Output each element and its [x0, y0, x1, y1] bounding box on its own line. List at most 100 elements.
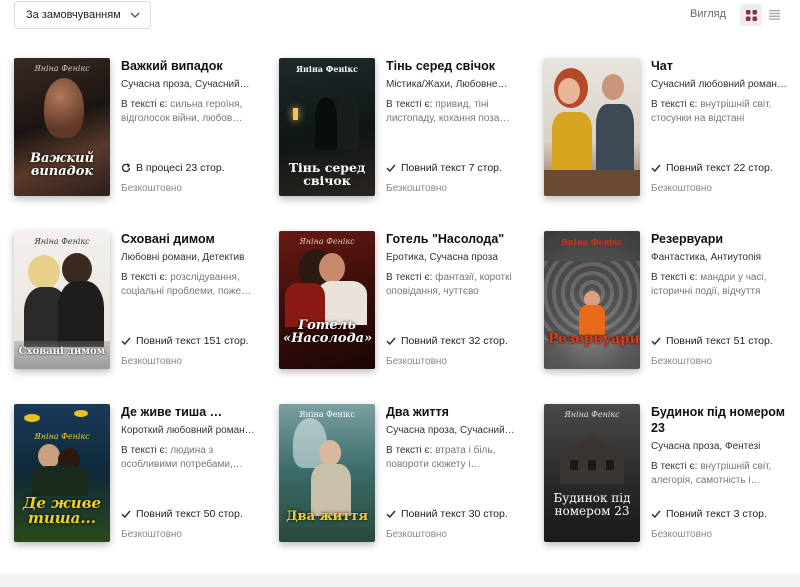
- tags-prefix: В тексті є:: [121, 445, 168, 456]
- list-view-button[interactable]: [763, 4, 785, 26]
- tags-prefix: В тексті є:: [121, 272, 168, 283]
- refresh-icon: [121, 163, 131, 173]
- cover-author: Яніна Фенікс: [34, 432, 90, 441]
- book-cover: Яніна Фенікс Сховані димом: [14, 231, 110, 369]
- book-price: Безкоштовно: [121, 529, 182, 540]
- tags-prefix: В тексті є:: [386, 99, 433, 110]
- book-genre: Короткий любовний роман…: [121, 425, 255, 436]
- cover-author: Яніна Фенікс: [564, 410, 620, 419]
- book-status: Повний текст 151 стор.: [121, 335, 249, 347]
- grid-view-button[interactable]: [740, 4, 762, 26]
- cover-author: Яніна Фенікс: [299, 237, 355, 246]
- cover-author: Яніна Фенікс: [34, 237, 90, 246]
- book-card[interactable]: Чат Сучасний любовний роман… В тексті є:…: [544, 58, 800, 208]
- book-title[interactable]: Сховані димом: [121, 231, 271, 247]
- book-cover: Яніна Фенікс Важкий випадок: [14, 58, 110, 196]
- cover-title: Готель «Насолода»: [283, 318, 373, 346]
- book-tags: В тексті є: втрата і біль, повороти сюже…: [386, 444, 536, 472]
- book-card[interactable]: Яніна Фенікс Резервуари Резервуари Фанта…: [544, 231, 800, 381]
- tags-prefix: В тексті є:: [651, 99, 698, 110]
- book-status: Повний текст 7 стор.: [386, 162, 502, 174]
- book-tags: В тексті є: внутрішній світ, стосунки на…: [651, 98, 800, 126]
- check-icon: [121, 337, 131, 346]
- tags-prefix: В тексті є:: [121, 99, 168, 110]
- cover-title: Сховані димом: [18, 346, 106, 357]
- book-title[interactable]: Важкий випадок: [121, 58, 271, 74]
- status-text: В процесі 23 стор.: [136, 162, 225, 174]
- book-cover: Яніна Фенікс Де живе тиша...: [14, 404, 110, 542]
- book-status: Повний текст 50 стор.: [121, 508, 243, 520]
- tags-prefix: В тексті є:: [386, 272, 433, 283]
- cover-author: Яніна Фенікс: [296, 64, 358, 74]
- check-icon: [386, 337, 396, 346]
- sort-label: За замовчуванням: [26, 9, 121, 21]
- book-cover: Яніна Фенікс Будинок під номером 23: [544, 404, 640, 542]
- list-icon: [768, 10, 780, 20]
- book-genre: Містика/Жахи, Любовне…: [386, 79, 508, 90]
- view-label: Вигляд: [690, 8, 727, 20]
- check-icon: [386, 510, 396, 519]
- status-text: Повний текст 3 стор.: [666, 508, 767, 520]
- book-price: Безкоштовно: [651, 529, 712, 540]
- book-tags: В тексті є: внутрішній світ, алегорія, с…: [651, 460, 800, 488]
- book-genre: Любовні романи, Детектив: [121, 252, 245, 263]
- check-icon: [651, 337, 661, 346]
- book-price: Безкоштовно: [386, 356, 447, 367]
- book-price: Безкоштовно: [386, 183, 447, 194]
- book-tags: В тексті є: мандри у часі, історичні под…: [651, 271, 800, 299]
- book-card[interactable]: Яніна Фенікс Тінь серед свічок Тінь сере…: [279, 58, 539, 208]
- tags-prefix: В тексті є:: [386, 445, 433, 456]
- book-genre: Фантастика, Антиутопія: [651, 252, 762, 263]
- status-text: Повний текст 22 стор.: [666, 162, 773, 174]
- book-genre: Сучасна проза, Сучасний…: [386, 425, 515, 436]
- book-title[interactable]: Будинок під номером 23: [651, 404, 800, 436]
- book-status: Повний текст 22 стор.: [651, 162, 773, 174]
- book-title[interactable]: Де живе тиша …: [121, 404, 271, 420]
- book-status: Повний текст 30 стор.: [386, 508, 508, 520]
- book-status: Повний текст 3 стор.: [651, 508, 767, 520]
- check-icon: [651, 510, 661, 519]
- book-title[interactable]: Чат: [651, 58, 800, 74]
- book-card[interactable]: Яніна Фенікс Сховані димом Сховані димом…: [14, 231, 274, 381]
- book-status: Повний текст 51 стор.: [651, 335, 773, 347]
- cover-author: Яніна Фенікс: [34, 64, 90, 73]
- cover-title: Де живе тиша...: [23, 494, 101, 527]
- book-card[interactable]: Яніна Фенікс Де живе тиша... Де живе тиш…: [14, 404, 274, 554]
- book-card[interactable]: Яніна Фенікс Готель «Насолода» Готель "Н…: [279, 231, 539, 381]
- cover-title: Тінь серед свічок: [288, 160, 366, 188]
- check-icon: [651, 164, 661, 173]
- status-text: Повний текст 151 стор.: [136, 335, 249, 347]
- cover-title: Важкий випадок: [29, 151, 95, 179]
- status-text: Повний текст 50 стор.: [136, 508, 243, 520]
- book-title[interactable]: Резервуари: [651, 231, 800, 247]
- book-tags: В тексті є: розслідування, соціальні про…: [121, 271, 271, 299]
- book-title[interactable]: Тінь серед свічок: [386, 58, 536, 74]
- book-price: Безкоштовно: [121, 356, 182, 367]
- book-tags: В тексті є: сильна героїня, відголосок в…: [121, 98, 271, 126]
- book-status: В процесі 23 стор.: [121, 162, 225, 174]
- chevron-down-icon: [130, 12, 140, 18]
- book-price: Безкоштовно: [121, 183, 182, 194]
- book-title[interactable]: Готель "Насолода": [386, 231, 536, 247]
- status-text: Повний текст 30 стор.: [401, 508, 508, 520]
- book-title[interactable]: Два життя: [386, 404, 536, 420]
- cover-title: Будинок під номером 23: [553, 491, 631, 519]
- book-card[interactable]: Яніна Фенікс Важкий випадок Важкий випад…: [14, 58, 274, 208]
- status-text: Повний текст 51 стор.: [666, 335, 773, 347]
- book-card[interactable]: Яніна Фенікс Будинок під номером 23 Буди…: [544, 404, 800, 554]
- book-tags: В тексті є: фантазії, короткі оповідання…: [386, 271, 536, 299]
- tags-prefix: В тексті є:: [651, 461, 698, 472]
- cover-author: Яніна Фенікс: [561, 237, 623, 247]
- toolbar: За замовчуванням Вигляд: [0, 0, 800, 30]
- book-cover: Яніна Фенікс Два життя: [279, 404, 375, 542]
- sort-dropdown[interactable]: За замовчуванням: [14, 1, 151, 29]
- book-cover: Яніна Фенікс Тінь серед свічок: [279, 58, 375, 196]
- book-card[interactable]: Яніна Фенікс Два життя Два життя Сучасна…: [279, 404, 539, 554]
- book-price: Безкоштовно: [651, 356, 712, 367]
- cover-title: Два життя: [285, 509, 369, 524]
- cover-author: Яніна Фенікс: [299, 410, 355, 419]
- book-tags: В тексті є: привид, тіні листопаду, коха…: [386, 98, 536, 126]
- status-text: Повний текст 32 стор.: [401, 335, 508, 347]
- book-cover: [544, 58, 640, 196]
- book-tags: В тексті є: людина з особливими потребам…: [121, 444, 271, 472]
